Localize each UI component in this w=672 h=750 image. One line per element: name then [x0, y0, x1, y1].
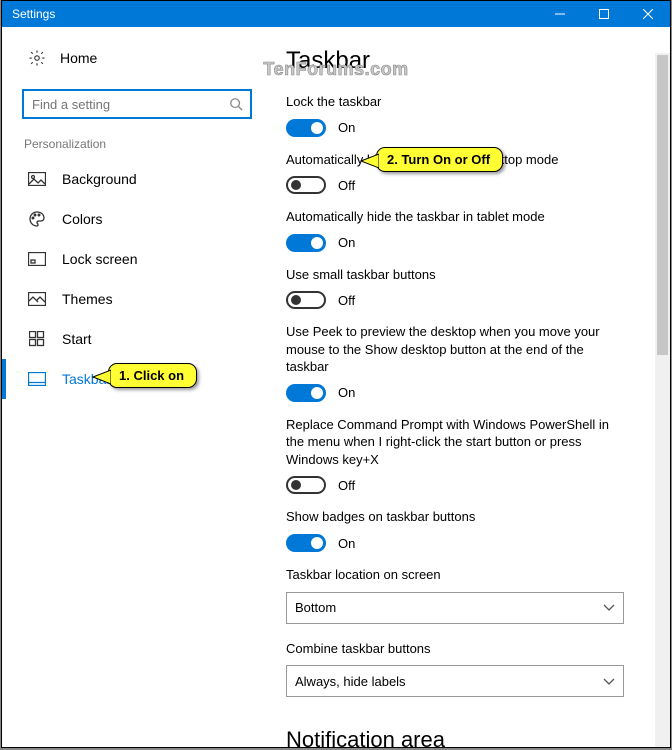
toggle-state: On: [338, 235, 355, 250]
option-label: Use Peek to preview the desktop when you…: [286, 323, 626, 376]
dropdown-label: Taskbar location on screen: [286, 566, 626, 584]
toggle-state: Off: [338, 478, 355, 493]
sidebar-item-label: Themes: [62, 291, 113, 307]
sidebar-item-lockscreen[interactable]: Lock screen: [2, 239, 272, 279]
option-label: Use small taskbar buttons: [286, 266, 626, 284]
toggle-autohide-tablet[interactable]: [286, 234, 326, 252]
callout-text: 1. Click on: [119, 368, 184, 383]
toggle-state: Off: [338, 293, 355, 308]
window-titlebar: Settings: [2, 1, 670, 27]
option-label: Replace Command Prompt with Windows Powe…: [286, 416, 626, 469]
themes-icon: [28, 290, 46, 308]
minimize-button[interactable]: [538, 1, 582, 27]
toggle-state: On: [338, 536, 355, 551]
scrollbar-thumb[interactable]: [657, 55, 668, 355]
toggle-state: Off: [338, 178, 355, 193]
sidebar-item-label: Start: [62, 331, 92, 347]
chevron-down-icon: [603, 600, 615, 615]
scrollbar[interactable]: [655, 53, 670, 747]
page-heading: Taskbar: [286, 47, 638, 75]
sidebar-item-label: Lock screen: [62, 251, 137, 267]
option-label: Lock the taskbar: [286, 93, 626, 111]
sidebar-item-start[interactable]: Start: [2, 319, 272, 359]
callout-2: 2. Turn On or Off: [376, 147, 503, 172]
dropdown-value: Always, hide labels: [295, 674, 406, 689]
callout-1: 1. Click on: [108, 363, 197, 388]
section-heading: Notification area: [286, 727, 638, 747]
callout-tail-icon: [91, 368, 111, 386]
toggle-small-buttons[interactable]: [286, 291, 326, 309]
main-content: Taskbar Lock the taskbar On Automaticall…: [272, 27, 670, 747]
toggle-state: On: [338, 120, 355, 135]
dropdown-taskbar-location[interactable]: Bottom: [286, 592, 624, 624]
callout-text: 2. Turn On or Off: [387, 152, 490, 167]
toggle-replace-cmd[interactable]: [286, 476, 326, 494]
dropdown-label: Combine taskbar buttons: [286, 640, 626, 658]
toggle-state: On: [338, 385, 355, 400]
sidebar-item-background[interactable]: Background: [2, 159, 272, 199]
toggle-autohide-desktop[interactable]: [286, 176, 326, 194]
start-icon: [28, 330, 46, 348]
section-label: Personalization: [24, 137, 272, 151]
close-button[interactable]: [626, 1, 670, 27]
option-label: Show badges on taskbar buttons: [286, 508, 626, 526]
taskbar-icon: [28, 370, 46, 388]
search-icon: [222, 97, 250, 111]
dropdown-combine-buttons[interactable]: Always, hide labels: [286, 665, 624, 697]
callout-tail-icon: [359, 152, 379, 170]
toggle-badges[interactable]: [286, 534, 326, 552]
sidebar-item-label: Colors: [62, 211, 102, 227]
chevron-down-icon: [603, 674, 615, 689]
toggle-peek[interactable]: [286, 384, 326, 402]
sidebar-item-colors[interactable]: Colors: [2, 199, 272, 239]
palette-icon: [28, 210, 46, 228]
search-input[interactable]: [24, 91, 222, 117]
option-label: Automatically hide the taskbar in tablet…: [286, 208, 626, 226]
home-label: Home: [60, 50, 97, 66]
sidebar-item-label: Background: [62, 171, 137, 187]
lockscreen-icon: [28, 250, 46, 268]
maximize-button[interactable]: [582, 1, 626, 27]
picture-icon: [28, 170, 46, 188]
home-nav[interactable]: Home: [2, 45, 272, 67]
gear-icon: [28, 49, 46, 67]
window-title: Settings: [2, 7, 538, 21]
search-box[interactable]: [22, 89, 252, 119]
dropdown-value: Bottom: [295, 600, 336, 615]
sidebar-item-themes[interactable]: Themes: [2, 279, 272, 319]
toggle-lock-taskbar[interactable]: [286, 119, 326, 137]
